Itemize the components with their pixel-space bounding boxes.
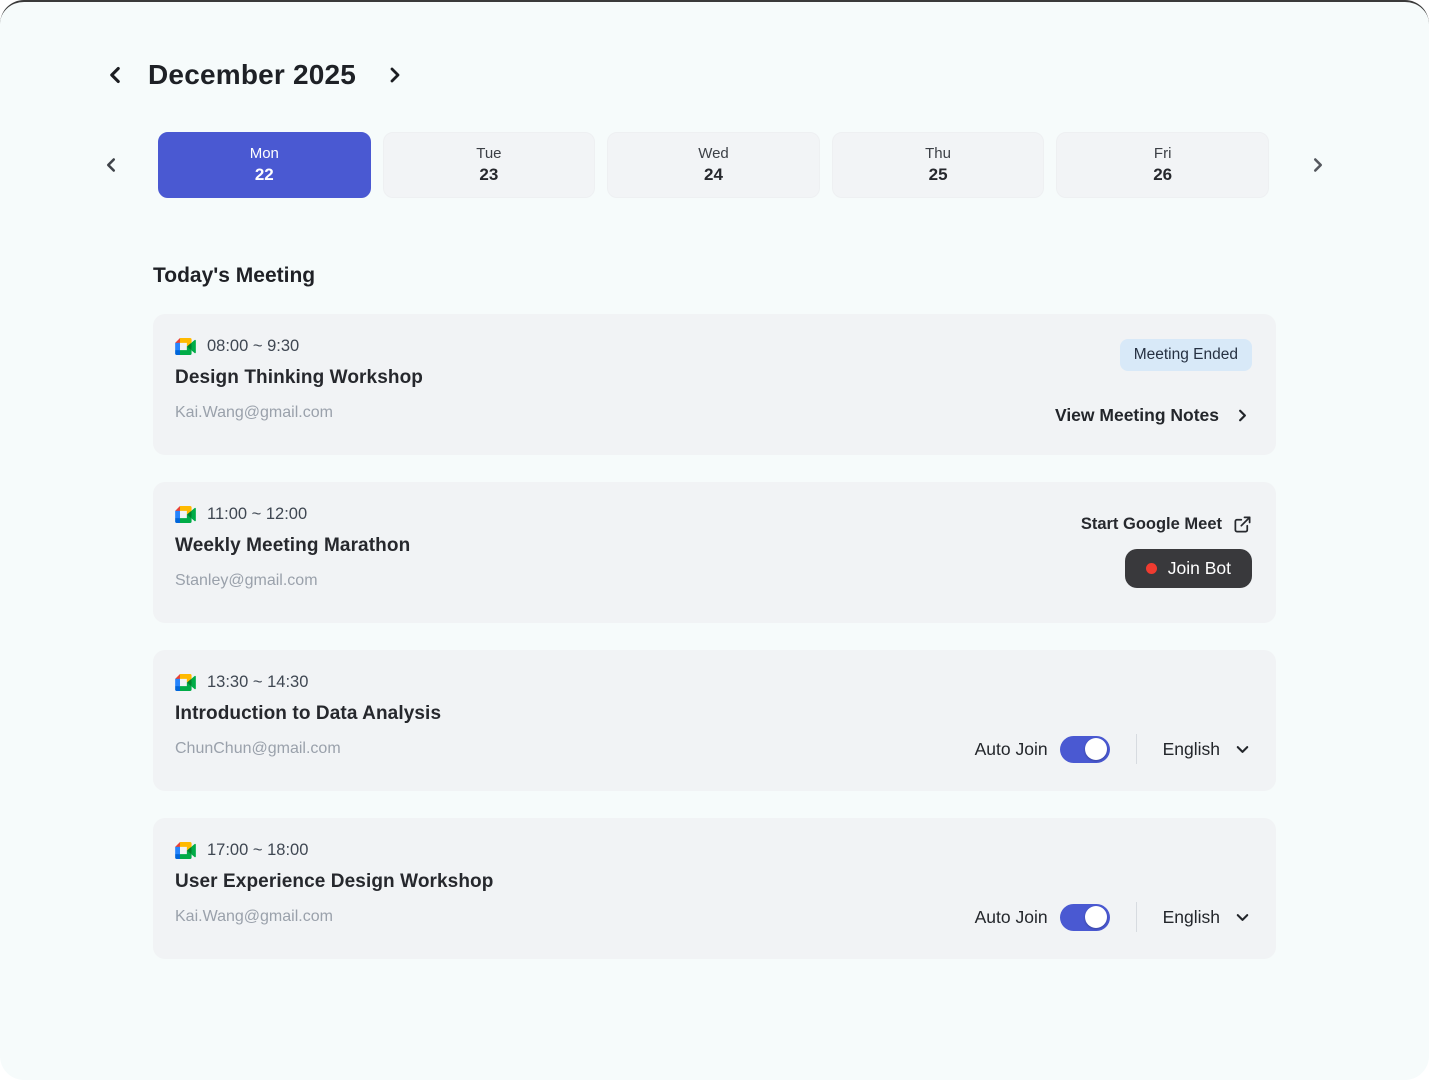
day-strip-next-button[interactable] xyxy=(1305,152,1331,178)
language-value: English xyxy=(1162,906,1220,927)
day-card-thu-25[interactable]: Thu 25 xyxy=(831,132,1045,198)
meeting-actions: Auto Join English xyxy=(975,673,1252,766)
chevron-down-icon xyxy=(1236,745,1249,753)
start-google-meet-button[interactable]: Start Google Meet xyxy=(1081,515,1252,534)
auto-join-toggle[interactable] xyxy=(1059,735,1110,763)
start-google-meet-label: Start Google Meet xyxy=(1080,515,1222,533)
meeting-time: 17:00 ~ 18:00 xyxy=(207,841,309,859)
meeting-list: 08:00 ~ 9:30 Design Thinking Workshop Ka… xyxy=(153,314,1276,959)
meeting-card-data-analysis: 13:30 ~ 14:30 Introduction to Data Analy… xyxy=(153,650,1276,791)
chevron-down-icon xyxy=(1236,913,1249,921)
day-date: 22 xyxy=(254,165,274,184)
external-link-icon xyxy=(1234,516,1251,533)
meeting-time: 11:00 ~ 12:00 xyxy=(207,505,308,523)
chevron-left-icon xyxy=(106,158,116,172)
day-card-tue-23[interactable]: Tue 23 xyxy=(382,132,596,198)
meeting-organizer: Kai.Wang@gmail.com xyxy=(175,404,333,421)
meeting-actions: Meeting Ended View Meeting Notes xyxy=(1055,337,1252,430)
join-bot-label: Join Bot xyxy=(1167,558,1231,578)
toggle-knob xyxy=(1084,738,1107,760)
chevron-left-icon xyxy=(110,66,120,84)
section-title: Today's Meeting xyxy=(153,264,316,287)
auto-join-toggle[interactable] xyxy=(1059,903,1110,931)
day-card-fri-26[interactable]: Fri 26 xyxy=(1056,132,1269,198)
meeting-actions: Auto Join English xyxy=(975,841,1252,934)
divider xyxy=(1135,902,1137,932)
language-dropdown[interactable]: English xyxy=(1163,907,1252,928)
meeting-scheduler-window: December 2025 Mon 22 Tue 23 Wed 24 Thu 2… xyxy=(0,0,1429,1080)
google-meet-icon xyxy=(175,674,196,691)
day-date: 23 xyxy=(479,165,499,184)
meeting-time: 08:00 ~ 9:30 xyxy=(207,337,300,355)
day-card-wed-24[interactable]: Wed 24 xyxy=(607,132,820,198)
month-header: December 2025 xyxy=(98,58,1331,92)
meeting-organizer: Kai.Wang@gmail.com xyxy=(175,908,333,925)
day-date: 25 xyxy=(928,165,948,184)
day-name: Wed xyxy=(698,145,729,162)
view-meeting-notes-button[interactable]: View Meeting Notes xyxy=(1055,405,1252,426)
meeting-info: 11:00 ~ 12:00 Weekly Meeting Marathon St… xyxy=(175,505,410,598)
meeting-organizer: Stanley@gmail.com xyxy=(175,572,318,589)
meeting-card-design-thinking: 08:00 ~ 9:30 Design Thinking Workshop Ka… xyxy=(153,314,1276,455)
meeting-info: 13:30 ~ 14:30 Introduction to Data Analy… xyxy=(175,673,441,766)
day-name: Mon xyxy=(249,145,279,162)
meeting-card-weekly-marathon: 11:00 ~ 12:00 Weekly Meeting Marathon St… xyxy=(153,482,1276,623)
day-date: 26 xyxy=(1153,165,1173,184)
join-bot-button[interactable]: Join Bot xyxy=(1124,549,1252,588)
language-dropdown[interactable]: English xyxy=(1163,739,1252,760)
meeting-title: User Experience Design Workshop xyxy=(175,871,494,892)
divider xyxy=(1135,734,1137,764)
toggle-knob xyxy=(1084,906,1107,928)
meeting-info: 08:00 ~ 9:30 Design Thinking Workshop Ka… xyxy=(175,337,423,430)
day-name: Fri xyxy=(1153,145,1172,162)
next-month-button[interactable] xyxy=(378,58,412,92)
meeting-title: Introduction to Data Analysis xyxy=(175,703,442,724)
record-dot-icon xyxy=(1145,563,1157,574)
chevron-right-icon xyxy=(1313,158,1323,172)
meeting-actions: Start Google Meet Join Bot xyxy=(1081,505,1252,598)
day-cards: Mon 22 Tue 23 Wed 24 Thu 25 Fri 26 xyxy=(158,132,1269,198)
auto-join-label: Auto Join xyxy=(974,906,1048,927)
status-badge: Meeting Ended xyxy=(1119,339,1252,371)
chevron-right-icon xyxy=(1239,409,1246,422)
meeting-info: 17:00 ~ 18:00 User Experience Design Wor… xyxy=(175,841,493,934)
day-name: Thu xyxy=(925,145,951,162)
day-strip: Mon 22 Tue 23 Wed 24 Thu 25 Fri 26 xyxy=(98,132,1331,198)
prev-month-button[interactable] xyxy=(98,58,132,92)
google-meet-icon xyxy=(175,842,196,859)
day-strip-prev-button[interactable] xyxy=(98,152,124,178)
language-value: English xyxy=(1162,738,1220,759)
meeting-time: 13:30 ~ 14:30 xyxy=(207,673,309,691)
meeting-title: Weekly Meeting Marathon xyxy=(175,535,411,556)
google-meet-icon xyxy=(175,506,196,523)
meetings-section: Today's Meeting 08:00 ~ 9:30 Design Thin… xyxy=(153,264,1276,959)
meeting-title: Design Thinking Workshop xyxy=(175,367,423,388)
meeting-organizer: ChunChun@gmail.com xyxy=(175,740,341,757)
month-title: December 2025 xyxy=(148,59,357,90)
meeting-card-ux-workshop: 17:00 ~ 18:00 User Experience Design Wor… xyxy=(153,818,1276,959)
chevron-right-icon xyxy=(390,67,400,83)
day-card-mon-22[interactable]: Mon 22 xyxy=(158,132,371,198)
day-name: Tue xyxy=(476,145,502,162)
auto-join-label: Auto Join xyxy=(974,738,1048,759)
view-meeting-notes-label: View Meeting Notes xyxy=(1054,405,1219,425)
day-date: 24 xyxy=(704,165,723,184)
google-meet-icon xyxy=(175,338,196,355)
